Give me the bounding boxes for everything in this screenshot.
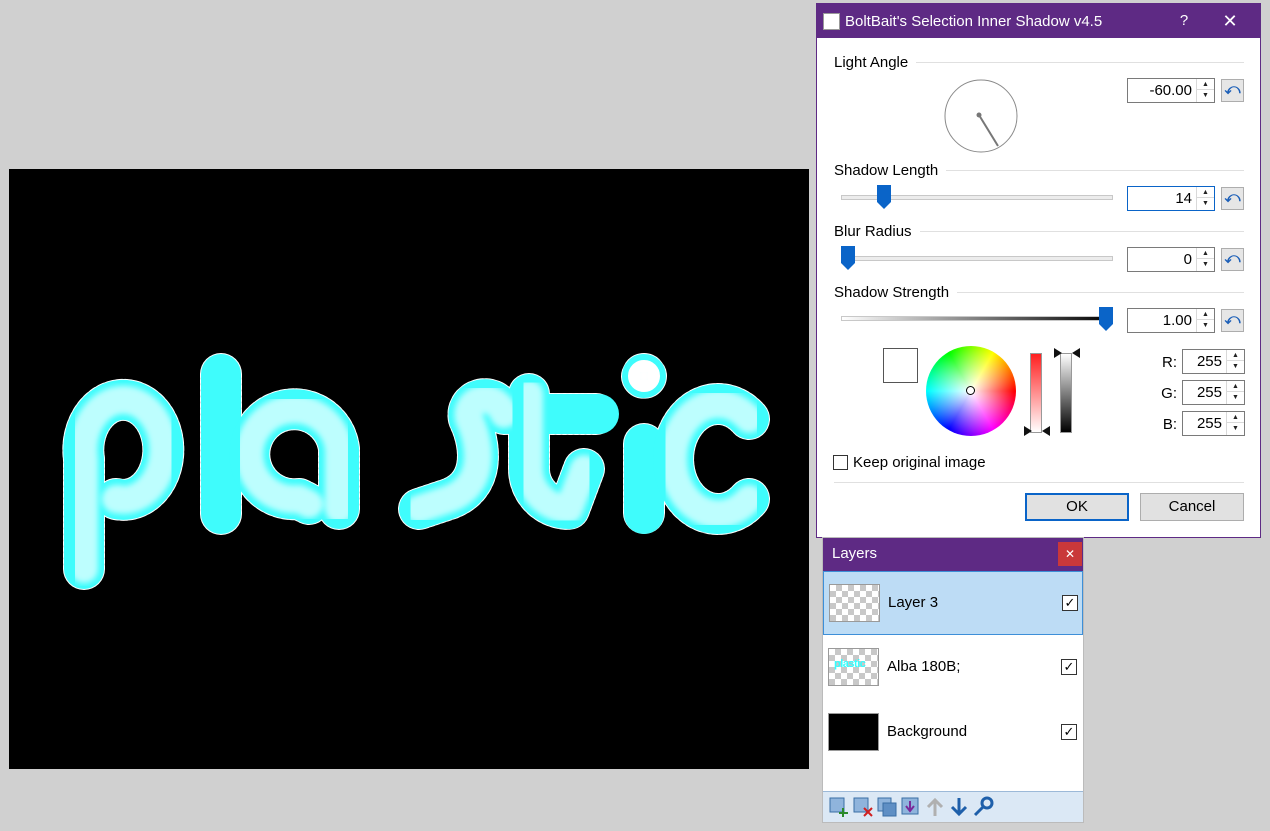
layer-visibility-checkbox[interactable]: ✓ [1062, 595, 1078, 611]
green-spinner[interactable]: ▲ ▼ [1226, 381, 1244, 404]
spin-down-icon[interactable]: ▼ [1197, 259, 1214, 270]
layer-row-alba[interactable]: plastic Alba 180B; ✓ [823, 636, 1083, 700]
shadow-strength-slider-thumb[interactable] [1099, 307, 1113, 331]
spin-down-icon[interactable]: ▼ [1197, 90, 1214, 101]
spin-down-icon[interactable]: ▼ [1227, 423, 1244, 434]
move-layer-up-icon[interactable] [924, 796, 946, 818]
keep-original-checkbox[interactable] [833, 455, 848, 470]
shadow-length-input[interactable]: 14 ▲ ▼ [1127, 186, 1215, 211]
blue-spinner[interactable]: ▲ ▼ [1226, 412, 1244, 435]
light-angle-reset-button[interactable]: ⤺ [1221, 79, 1244, 102]
layers-panel: Layers ✕ Layer 3 ✓ plastic Alba 180B; ✓ … [822, 537, 1084, 823]
letter-stroke [628, 360, 660, 392]
add-layer-icon[interactable] [828, 796, 850, 818]
ok-button[interactable]: OK [1025, 493, 1129, 521]
light-angle-input[interactable]: -60.00 ▲ ▼ [1127, 78, 1215, 103]
spin-down-icon[interactable]: ▼ [1227, 361, 1244, 372]
shadow-length-spinner[interactable]: ▲ ▼ [1196, 187, 1214, 210]
saturation-bar-handle[interactable] [1024, 426, 1050, 436]
value-bar-handle[interactable] [1054, 348, 1080, 358]
layer-properties-icon[interactable] [972, 796, 994, 818]
shadow-strength-input[interactable]: 1.00 ▲ ▼ [1127, 308, 1215, 333]
keep-original-label[interactable]: Keep original image [853, 454, 986, 471]
blur-radius-reset-button[interactable]: ⤺ [1221, 248, 1244, 271]
layer-name: Alba 180B; [887, 658, 961, 675]
image-canvas[interactable]: plastic [9, 169, 809, 769]
spin-down-icon[interactable]: ▼ [1197, 320, 1214, 331]
merge-layer-down-icon[interactable] [900, 796, 922, 818]
help-button[interactable]: ? [1161, 4, 1207, 38]
layer-name: Background [887, 723, 968, 740]
delete-layer-icon[interactable] [852, 796, 874, 818]
blur-radius-spinner[interactable]: ▲ ▼ [1196, 248, 1214, 271]
blur-radius-slider-thumb[interactable] [841, 246, 855, 270]
layer-row-background[interactable]: Background ✓ [823, 701, 1083, 765]
color-wheel-cursor[interactable] [966, 386, 975, 395]
inner-shadow-dialog: BoltBait's Selection Inner Shadow v4.5 ?… [816, 3, 1261, 538]
layers-toolbar [823, 791, 1083, 822]
spin-down-icon[interactable]: ▼ [1227, 392, 1244, 403]
layers-close-button[interactable]: ✕ [1058, 542, 1082, 566]
shadow-length-reset-button[interactable]: ⤺ [1221, 187, 1244, 210]
section-divider [834, 482, 1244, 483]
plastic-artwork [62, 353, 770, 590]
spin-up-icon[interactable]: ▲ [1197, 187, 1214, 198]
blur-radius-slider[interactable] [841, 256, 1113, 261]
spin-up-icon[interactable]: ▲ [1227, 412, 1244, 423]
shadow-strength-slider[interactable] [841, 316, 1113, 321]
close-button[interactable]: ✕ [1207, 4, 1253, 38]
layer-thumbnail: plastic [828, 648, 879, 686]
blur-radius-input[interactable]: 0 ▲ ▼ [1127, 247, 1215, 272]
green-input[interactable]: 255 ▲ ▼ [1182, 380, 1245, 405]
blur-radius-label: Blur Radius [834, 223, 920, 240]
light-angle-label: Light Angle [834, 54, 917, 71]
layer-thumbnail [829, 584, 880, 622]
shadow-strength-label: Shadow Strength [834, 284, 958, 301]
layer-visibility-checkbox[interactable]: ✓ [1061, 724, 1077, 740]
layers-titlebar[interactable]: Layers ✕ [823, 538, 1083, 571]
layer-thumbnail-text: plastic [834, 658, 866, 670]
shadow-strength-spinner[interactable]: ▲ ▼ [1196, 309, 1214, 332]
shadow-length-label: Shadow Length [834, 162, 947, 179]
move-layer-down-icon[interactable] [948, 796, 970, 818]
color-wheel[interactable] [926, 346, 1016, 436]
spin-up-icon[interactable]: ▲ [1197, 248, 1214, 259]
duplicate-layer-icon[interactable] [876, 796, 898, 818]
spin-up-icon[interactable]: ▲ [1227, 381, 1244, 392]
blue-label: B: [1162, 416, 1177, 433]
spin-up-icon[interactable]: ▲ [1227, 350, 1244, 361]
saturation-bar[interactable] [1030, 353, 1042, 433]
shadow-length-slider-thumb[interactable] [877, 185, 892, 209]
layer-row-layer-3[interactable]: Layer 3 ✓ [823, 571, 1083, 635]
cancel-button[interactable]: Cancel [1140, 493, 1244, 521]
spin-up-icon[interactable]: ▲ [1197, 79, 1214, 90]
red-spinner[interactable]: ▲ ▼ [1226, 350, 1244, 373]
layer-visibility-checkbox[interactable]: ✓ [1061, 659, 1077, 675]
value-bar[interactable] [1060, 353, 1072, 433]
letters-layer [69, 360, 763, 583]
layer-thumbnail [828, 713, 879, 751]
dialog-app-icon [823, 13, 840, 30]
red-label: R: [1162, 354, 1177, 371]
dialog-title: BoltBait's Selection Inner Shadow v4.5 [845, 13, 1103, 30]
light-angle-spinner[interactable]: ▲ ▼ [1196, 79, 1214, 102]
light-angle-dial[interactable] [943, 78, 1019, 154]
spin-up-icon[interactable]: ▲ [1197, 309, 1214, 320]
red-input[interactable]: 255 ▲ ▼ [1182, 349, 1245, 374]
shadow-color-swatch[interactable] [883, 348, 918, 383]
layers-title: Layers [832, 545, 878, 562]
green-label: G: [1161, 385, 1177, 402]
dialog-titlebar[interactable]: BoltBait's Selection Inner Shadow v4.5 ?… [817, 4, 1260, 38]
shadow-strength-reset-button[interactable]: ⤺ [1221, 309, 1244, 332]
blue-input[interactable]: 255 ▲ ▼ [1182, 411, 1245, 436]
layer-name: Layer 3 [888, 594, 939, 611]
spin-down-icon[interactable]: ▼ [1197, 198, 1214, 209]
